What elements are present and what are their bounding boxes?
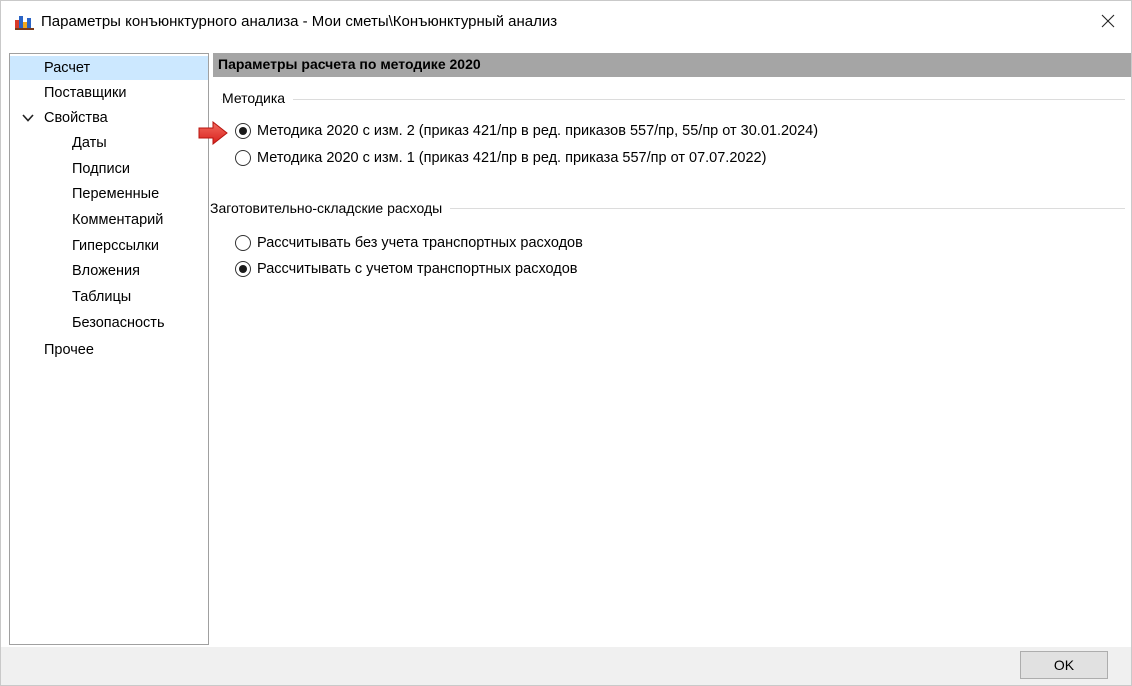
sidebar-item-calculation[interactable]: Расчет [10, 56, 208, 80]
radio-button[interactable] [235, 123, 251, 139]
window-title: Параметры конъюнктурного анализа - Мои с… [41, 13, 558, 30]
sidebar-item-attachments[interactable]: Вложения [10, 259, 208, 283]
radio-button[interactable] [235, 150, 251, 166]
sidebar-item-tables[interactable]: Таблицы [10, 285, 208, 309]
settings-tree: Расчет Поставщики Свойства Даты Подписи … [9, 53, 209, 645]
storage-costs-group-title: Заготовительно-складские расходы [210, 200, 451, 216]
dialog-window: Параметры конъюнктурного анализа - Мои с… [0, 0, 1132, 686]
sidebar-item-label: Свойства [44, 110, 108, 126]
methodology-group-title: Методика [222, 90, 294, 106]
group-divider [221, 99, 1125, 100]
sidebar-item-other[interactable]: Прочее [10, 338, 208, 362]
dialog-footer [1, 647, 1131, 685]
app-logo-icon [15, 16, 34, 30]
title-bar: Параметры конъюнктурного анализа - Мои с… [1, 1, 1131, 41]
close-button[interactable] [1085, 1, 1131, 41]
radio-label: Методика 2020 с изм. 2 (приказ 421/пр в … [257, 123, 819, 139]
sidebar-item-label: Комментарий [72, 212, 164, 228]
sidebar-item-security[interactable]: Безопасность [10, 311, 208, 335]
section-header: Параметры расчета по методике 2020 [213, 53, 1131, 77]
sidebar-item-comment[interactable]: Комментарий [10, 208, 208, 232]
sidebar-item-label: Подписи [72, 161, 130, 177]
close-icon [1101, 14, 1115, 28]
sidebar-item-label: Безопасность [72, 315, 165, 331]
exclude-transport-costs-option[interactable]: Рассчитывать без учета транспортных расх… [235, 233, 583, 253]
settings-panel: Параметры расчета по методике 2020 Метод… [210, 53, 1131, 645]
methodology-2020-rev1-option[interactable]: Методика 2020 с изм. 1 (приказ 421/пр в … [235, 148, 766, 168]
include-transport-costs-option[interactable]: Рассчитывать с учетом транспортных расхо… [235, 259, 578, 279]
sidebar-item-suppliers[interactable]: Поставщики [10, 81, 208, 105]
sidebar-item-signatures[interactable]: Подписи [10, 157, 208, 181]
sidebar-item-dates[interactable]: Даты [10, 131, 208, 155]
radio-label: Рассчитывать без учета транспортных расх… [257, 235, 583, 251]
sidebar-item-label: Расчет [44, 60, 91, 76]
sidebar-item-label: Прочее [44, 342, 94, 358]
sidebar-item-label: Поставщики [44, 85, 127, 101]
sidebar-item-properties[interactable]: Свойства [10, 106, 208, 130]
radio-label: Рассчитывать с учетом транспортных расхо… [257, 261, 578, 277]
radio-label: Методика 2020 с изм. 1 (приказ 421/пр в … [257, 150, 767, 166]
red-arrow-icon [198, 121, 228, 145]
section-title: Параметры расчета по методике 2020 [218, 56, 481, 72]
chevron-down-icon[interactable] [22, 113, 34, 123]
ok-button[interactable]: OK [1020, 651, 1108, 679]
radio-button[interactable] [235, 235, 251, 251]
radio-button[interactable] [235, 261, 251, 277]
sidebar-item-hyperlinks[interactable]: Гиперссылки [10, 234, 208, 258]
methodology-2020-rev2-option[interactable]: Методика 2020 с изм. 2 (приказ 421/пр в … [235, 121, 818, 141]
sidebar-item-label: Даты [72, 135, 107, 151]
sidebar-item-label: Переменные [72, 186, 160, 202]
sidebar-item-variables[interactable]: Переменные [10, 182, 208, 206]
sidebar-item-label: Гиперссылки [72, 238, 159, 254]
sidebar-item-label: Вложения [72, 263, 140, 279]
sidebar-item-label: Таблицы [72, 289, 132, 305]
